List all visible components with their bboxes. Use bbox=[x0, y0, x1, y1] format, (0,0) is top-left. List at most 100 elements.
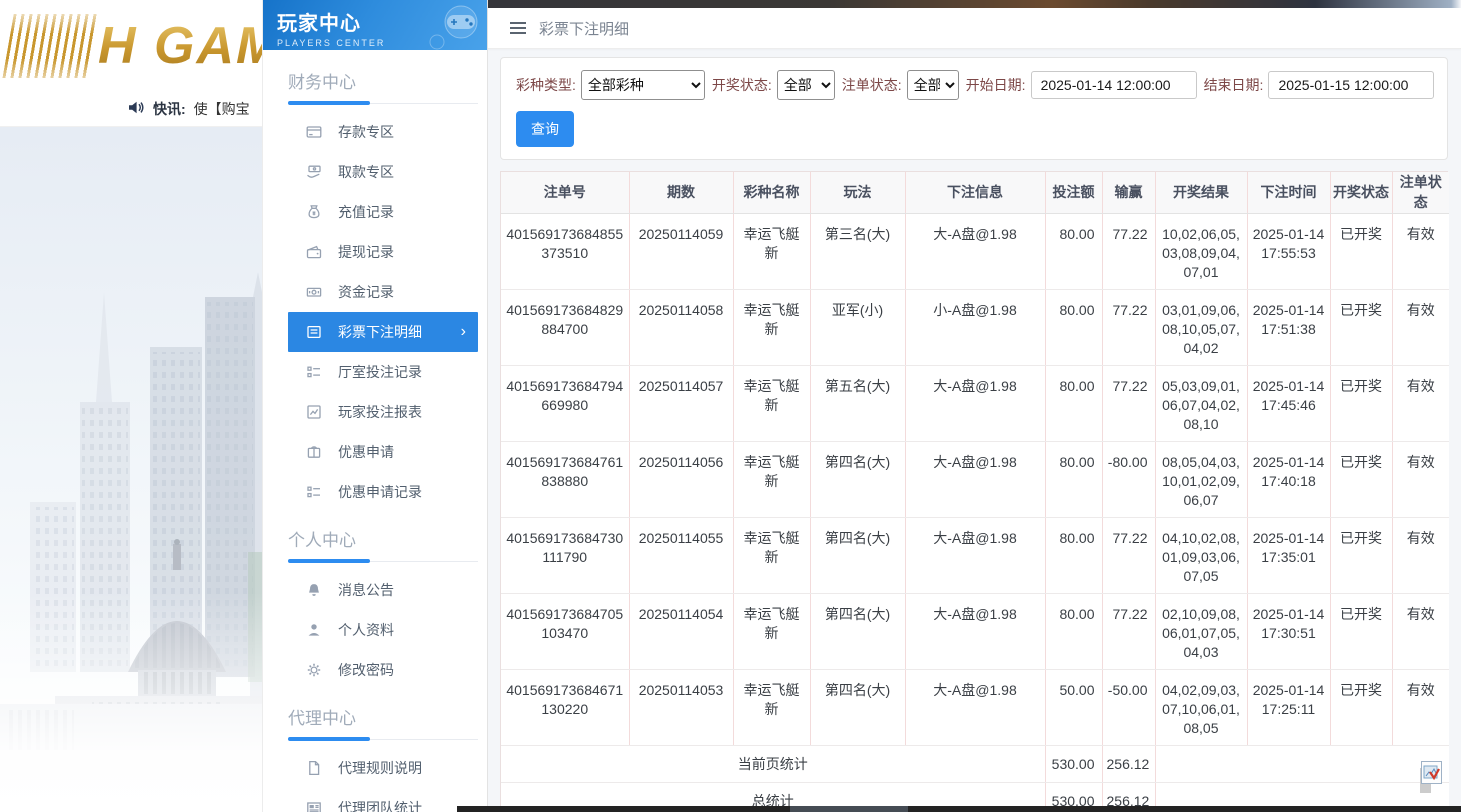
sidebar-item-change-password[interactable]: 修改密码› bbox=[288, 650, 478, 690]
column-header-period: 期数 bbox=[629, 172, 733, 213]
sidebar-item-promo-apply-records[interactable]: 优惠申请记录› bbox=[288, 472, 478, 512]
scrollbar-thumb[interactable] bbox=[790, 806, 908, 812]
cell-bet-info: 小-A盘@1.98 bbox=[905, 289, 1045, 365]
cell-bet-amount: 80.00 bbox=[1045, 517, 1102, 593]
bet-detail-icon bbox=[306, 324, 322, 340]
cell-lottery-name: 幸运飞艇新 bbox=[733, 365, 810, 441]
cell-win-loss: 77.22 bbox=[1102, 365, 1155, 441]
sidebar-item-agent-rules[interactable]: 代理规则说明› bbox=[288, 748, 478, 788]
left-banner-pane: H GAME 快讯: 使【购宝 bbox=[0, 0, 262, 812]
bets-table-card: 注单号期数彩种名称玩法下注信息投注额输赢开奖结果下注时间开奖状态注单状态 401… bbox=[500, 171, 1448, 812]
brand-logo-text: H GAME bbox=[98, 16, 262, 76]
broken-image-icon bbox=[1421, 761, 1442, 784]
cell-period: 20250114058 bbox=[629, 289, 733, 365]
cell-bet-amount: 80.00 bbox=[1045, 289, 1102, 365]
page-summary-row-label: 当前页统计 bbox=[501, 745, 1045, 782]
start-date-input[interactable] bbox=[1031, 71, 1197, 99]
person-icon bbox=[306, 622, 322, 638]
table-header-row: 注单号期数彩种名称玩法下注信息投注额输赢开奖结果下注时间开奖状态注单状态 bbox=[501, 172, 1449, 213]
speaker-icon bbox=[128, 100, 145, 118]
cell-lottery-name: 幸运飞艇新 bbox=[733, 213, 810, 289]
draw-status-select[interactable]: 全部 bbox=[777, 70, 835, 100]
cell-draw-status: 已开奖 bbox=[1330, 593, 1392, 669]
sidebar-menu: 财务中心存款专区›取款专区›充值记录›提现记录›资金记录›彩票下注明细›厅室投注… bbox=[263, 50, 487, 812]
bell-icon bbox=[306, 582, 322, 598]
cell-bet-time: 2025-01-14 17:40:18 bbox=[1247, 441, 1330, 517]
cell-lottery-name: 幸运飞艇新 bbox=[733, 593, 810, 669]
sidebar-item-withdraw-zone[interactable]: 取款专区› bbox=[288, 152, 478, 192]
bottom-scrollbar[interactable] bbox=[457, 806, 1461, 812]
sidebar-item-label: 优惠申请记录 bbox=[338, 482, 478, 502]
draw-status-label: 开奖状态: bbox=[712, 75, 772, 95]
cell-order-status: 有效 bbox=[1392, 593, 1449, 669]
cell-period: 20250114059 bbox=[629, 213, 733, 289]
sidebar-item-deposit-zone[interactable]: 存款专区› bbox=[288, 112, 478, 152]
sidebar-item-promo-apply[interactable]: 优惠申请› bbox=[288, 432, 478, 472]
capitol-background-photo bbox=[0, 127, 262, 812]
cell-draw-result: 04,02,09,03,07,10,06,01,08,05 bbox=[1155, 669, 1247, 745]
column-header-order-id: 注单号 bbox=[501, 172, 629, 213]
cell-bet-info: 大-A盘@1.98 bbox=[905, 593, 1045, 669]
cell-draw-status: 已开奖 bbox=[1330, 213, 1392, 289]
order-status-select[interactable]: 全部 bbox=[907, 70, 959, 100]
cell-play: 第四名(大) bbox=[810, 441, 905, 517]
cell-lottery-name: 幸运飞艇新 bbox=[733, 289, 810, 365]
cell-order-id: 401569173684671130220 bbox=[501, 669, 629, 745]
sidebar-item-message-announcements[interactable]: 消息公告› bbox=[288, 570, 478, 610]
brand-logo[interactable]: H GAME bbox=[0, 0, 262, 92]
cell-play: 第四名(大) bbox=[810, 517, 905, 593]
cell-draw-result: 10,02,06,05,03,08,09,04,07,01 bbox=[1155, 213, 1247, 289]
cell-draw-result: 03,01,09,06,08,10,05,07,04,02 bbox=[1155, 289, 1247, 365]
sidebar-item-recharge-records[interactable]: 充值记录› bbox=[288, 192, 478, 232]
cell-draw-status: 已开奖 bbox=[1330, 289, 1392, 365]
table-row: 40156917368473011179020250114055幸运飞艇新第四名… bbox=[501, 517, 1449, 593]
start-date-label: 开始日期: bbox=[966, 75, 1026, 95]
table-row: 40156917368467113022020250114053幸运飞艇新第四名… bbox=[501, 669, 1449, 745]
sidebar-item-label: 玩家投注报表 bbox=[338, 402, 478, 422]
page-summary-row-bet-total: 530.00 bbox=[1045, 745, 1102, 782]
page-header: 彩票下注明细 bbox=[488, 8, 1461, 49]
sidebar-item-room-bet-records[interactable]: 厅室投注记录› bbox=[288, 352, 478, 392]
cell-order-status: 有效 bbox=[1392, 289, 1449, 365]
cell-bet-time: 2025-01-14 17:30:51 bbox=[1247, 593, 1330, 669]
sidebar-item-withdrawal-records[interactable]: 提现记录› bbox=[288, 232, 478, 272]
sidebar-item-lottery-bet-details[interactable]: 彩票下注明细› bbox=[288, 312, 478, 352]
sidebar-item-fund-records[interactable]: 资金记录› bbox=[288, 272, 478, 312]
end-date-input[interactable] bbox=[1268, 71, 1434, 99]
money-bag-icon bbox=[306, 204, 322, 220]
menu-toggle-icon[interactable] bbox=[508, 18, 528, 38]
table-row: 40156917368485537351020250114059幸运飞艇新第三名… bbox=[501, 213, 1449, 289]
cell-bet-time: 2025-01-14 17:45:46 bbox=[1247, 365, 1330, 441]
order-status-label: 注单状态: bbox=[842, 75, 902, 95]
cell-play: 第四名(大) bbox=[810, 593, 905, 669]
news-ticker-text: 使【购宝 bbox=[194, 99, 250, 119]
cell-win-loss: 77.22 bbox=[1102, 213, 1155, 289]
table-row: 40156917368476183888020250114056幸运飞艇新第四名… bbox=[501, 441, 1449, 517]
sidebar-header: 玩家中心 PLAYERS CENTER bbox=[263, 0, 487, 50]
cell-order-id: 401569173684705103470 bbox=[501, 593, 629, 669]
cell-period: 20250114056 bbox=[629, 441, 733, 517]
filter-panel: 彩种类型: 全部彩种 开奖状态: 全部 注单状态: 全部 开始日期: 结束日期:… bbox=[500, 57, 1448, 160]
cell-draw-status: 已开奖 bbox=[1330, 441, 1392, 517]
news-label: 快讯: bbox=[153, 99, 186, 119]
search-button[interactable]: 查询 bbox=[516, 111, 574, 147]
section-label: 代理中心 bbox=[288, 690, 478, 740]
lottery-type-label: 彩种类型: bbox=[516, 75, 576, 95]
column-header-order-status: 注单状态 bbox=[1392, 172, 1449, 213]
sidebar-item-label: 消息公告 bbox=[338, 580, 478, 600]
newspaper-icon bbox=[306, 800, 322, 812]
cell-play: 第四名(大) bbox=[810, 669, 905, 745]
coupon-icon bbox=[306, 444, 322, 460]
cell-period: 20250114057 bbox=[629, 365, 733, 441]
sidebar-item-personal-profile[interactable]: 个人资料› bbox=[288, 610, 478, 650]
lottery-type-select[interactable]: 全部彩种 bbox=[581, 70, 705, 100]
cell-order-id: 401569173684761838880 bbox=[501, 441, 629, 517]
cell-bet-time: 2025-01-14 17:25:11 bbox=[1247, 669, 1330, 745]
column-header-bet-info: 下注信息 bbox=[905, 172, 1045, 213]
sidebar-item-agent-team-stats[interactable]: 代理团队统计› bbox=[288, 788, 478, 812]
brand-logo-stripes-icon bbox=[2, 14, 99, 78]
cell-play: 第三名(大) bbox=[810, 213, 905, 289]
cell-bet-amount: 80.00 bbox=[1045, 213, 1102, 289]
cell-period: 20250114053 bbox=[629, 669, 733, 745]
sidebar-item-player-bet-report[interactable]: 玩家投注报表› bbox=[288, 392, 478, 432]
